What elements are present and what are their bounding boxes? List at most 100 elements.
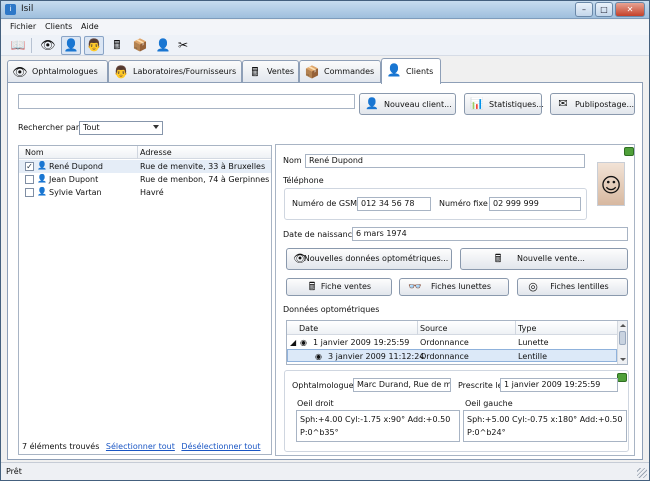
clients-panel: 👤 Nouveau client... 📊 Statistiques... ✉ … <box>7 82 643 460</box>
doctor-icon: 👨 <box>113 65 129 79</box>
table-row[interactable]: ◉ 3 janvier 2009 11:12:24 Ordonnance Len… <box>287 349 617 362</box>
book-icon[interactable]: 📖 <box>8 36 28 55</box>
search-input[interactable] <box>18 94 355 109</box>
name-field[interactable]: René Dupond <box>305 154 585 168</box>
cash-register-icon: 🖩 <box>308 280 316 293</box>
eye-icon: 👁 <box>12 65 28 79</box>
person-icon[interactable]: 👤 <box>61 36 81 55</box>
delivery-icon[interactable]: 📦 <box>130 36 150 55</box>
toolbar-separator <box>31 38 32 53</box>
scroll-up-icon[interactable] <box>620 324 626 327</box>
phone-group: Numéro de GSM 012 34 56 78 Numéro fixe 0… <box>284 188 587 220</box>
tab-commandes[interactable]: 📦 Commandes <box>299 60 381 82</box>
person-icon: 👤 <box>386 63 402 77</box>
menu-fichier[interactable]: Fichier <box>10 22 36 31</box>
tools-icon[interactable]: ✂ <box>173 36 193 55</box>
person-icon: 👤 <box>37 161 47 170</box>
flag-icon[interactable] <box>624 147 634 156</box>
title-bar[interactable]: i Isil – □ ✕ <box>1 1 649 19</box>
glasses-sheet-button[interactable]: 👓 Fiches lunettes <box>399 278 509 296</box>
toolbar: 📖 👁 👤 👨 🖩 📦 👤 ✂ <box>1 35 649 56</box>
list-header: Nom Adresse <box>19 146 271 159</box>
phone-section-label: Téléphone <box>283 176 324 185</box>
mailing-button[interactable]: ✉ Publipostage... <box>550 93 635 115</box>
column-name[interactable]: Nom <box>25 148 44 157</box>
cash-register-icon: 🖩 <box>251 65 259 79</box>
eye-icon: ◉ <box>315 352 322 361</box>
ophtalmologist-field[interactable]: Marc Durand, Rue de menh <box>353 378 451 392</box>
left-eye-values: Sph:+5.00 Cyl:-0.75 x:180° Add:+0.50 P:0… <box>463 410 627 442</box>
resize-grip[interactable] <box>637 468 647 478</box>
tab-laboratoires[interactable]: 👨 Laboratoires/Fournisseurs <box>108 60 242 82</box>
row-checkbox[interactable] <box>25 188 34 197</box>
maximize-button[interactable]: □ <box>595 2 613 17</box>
close-button[interactable]: ✕ <box>615 2 645 17</box>
column-source[interactable]: Source <box>420 324 447 333</box>
birth-date-label: Date de naissance <box>283 230 358 239</box>
right-eye-label: Oeil droit <box>297 399 334 408</box>
birth-date-field[interactable]: 6 mars 1974 <box>352 227 628 241</box>
add-person-icon: 👤 <box>365 97 379 110</box>
list-footer: 7 éléments trouvés Sélectionner tout Dés… <box>22 442 261 451</box>
column-address[interactable]: Adresse <box>140 148 172 157</box>
eye-icon: ◉ <box>300 338 307 347</box>
optometric-grid: Date Source Type ◢ ◉ 1 janvier 2009 19:2… <box>286 320 628 365</box>
list-item[interactable]: ✓ 👤 René Dupond Rue de menvite, 33 à Bru… <box>19 160 271 173</box>
scroll-thumb[interactable] <box>619 331 626 345</box>
tab-ophtalmologues[interactable]: 👁 Ophtalmologues <box>7 60 108 82</box>
add-eye-icon: 👁 <box>293 252 307 265</box>
avatar[interactable]: ☺ <box>597 162 625 206</box>
list-item[interactable]: 👤 Jean Dupont Rue de menbon, 74 à Gerpin… <box>19 173 271 186</box>
cash-register-icon[interactable]: 🖩 <box>107 36 127 55</box>
select-all-link[interactable]: Sélectionner tout <box>106 442 175 451</box>
deselect-all-link[interactable]: Désélectionner tout <box>181 442 260 451</box>
flag-icon[interactable] <box>617 373 627 382</box>
list-item[interactable]: 👤 Sylvie Vartan Havré <box>19 186 271 199</box>
status-text: Prêt <box>6 467 22 476</box>
found-count: 7 éléments trouvés <box>22 442 100 451</box>
tab-label: Commandes <box>324 67 375 76</box>
tab-label: Laboratoires/Fournisseurs <box>133 67 237 76</box>
column-date[interactable]: Date <box>299 324 318 333</box>
prescription-group: Ophtalmologue Marc Durand, Rue de menh P… <box>284 370 629 452</box>
doctor-icon[interactable]: 👨 <box>84 36 104 55</box>
sales-sheet-button[interactable]: 🖩 Fiche ventes <box>286 278 392 296</box>
search-by-select[interactable]: Tout <box>79 121 163 135</box>
gsm-field[interactable]: 012 34 56 78 <box>357 197 431 211</box>
right-eye-values: Sph:+4.00 Cyl:-1.75 x:90° Add:+0.50 P:0^… <box>296 410 460 442</box>
prescribed-field[interactable]: 1 janvier 2009 19:25:59 <box>500 378 618 392</box>
bar-chart-icon: 📊 <box>470 97 484 110</box>
scroll-down-icon[interactable] <box>620 358 626 361</box>
app-icon: i <box>5 4 16 15</box>
table-row[interactable]: ◢ ◉ 1 janvier 2009 19:25:59 Ordonnance L… <box>287 336 617 349</box>
gsm-label: Numéro de GSM <box>292 199 358 208</box>
grid-scrollbar[interactable] <box>617 321 627 364</box>
collapse-arrow-icon[interactable]: ◢ <box>290 338 296 347</box>
lenses-sheet-button[interactable]: ◎ Fiches lentilles <box>517 278 628 296</box>
grid-header: Date Source Type <box>287 321 617 335</box>
window-title: Isil <box>21 4 34 14</box>
tab-clients[interactable]: 👤 Clients <box>381 58 441 84</box>
minimize-button[interactable]: – <box>575 2 593 17</box>
fixed-phone-field[interactable]: 02 999 999 <box>489 197 581 211</box>
tab-ventes[interactable]: 🖩 Ventes <box>242 60 299 82</box>
tab-label: Clients <box>406 67 434 76</box>
new-optometric-button[interactable]: 👁 Nouvelles données optométriques... <box>286 248 452 270</box>
menu-bar: Fichier Clients Aide <box>1 20 649 35</box>
person-icon: 👤 <box>37 187 47 196</box>
left-eye-label: Oeil gauche <box>465 399 513 408</box>
tab-label: Ventes <box>267 67 295 76</box>
client-icon[interactable]: 👤 <box>153 36 173 55</box>
column-type[interactable]: Type <box>518 324 536 333</box>
row-checkbox[interactable]: ✓ <box>25 162 34 171</box>
tab-label: Ophtalmologues <box>32 67 98 76</box>
new-client-button[interactable]: 👤 Nouveau client... <box>359 93 456 115</box>
client-detail: Nom René Dupond ☺ Téléphone Numéro de GS… <box>275 144 635 456</box>
menu-clients[interactable]: Clients <box>45 22 72 31</box>
statistics-button[interactable]: 📊 Statistiques... <box>464 93 544 115</box>
menu-aide[interactable]: Aide <box>81 22 99 31</box>
new-sale-button[interactable]: 🖩 Nouvelle vente... <box>460 248 628 270</box>
glasses-icon: 👓 <box>408 280 422 293</box>
row-checkbox[interactable] <box>25 175 34 184</box>
eye-icon[interactable]: 👁 <box>38 36 58 55</box>
